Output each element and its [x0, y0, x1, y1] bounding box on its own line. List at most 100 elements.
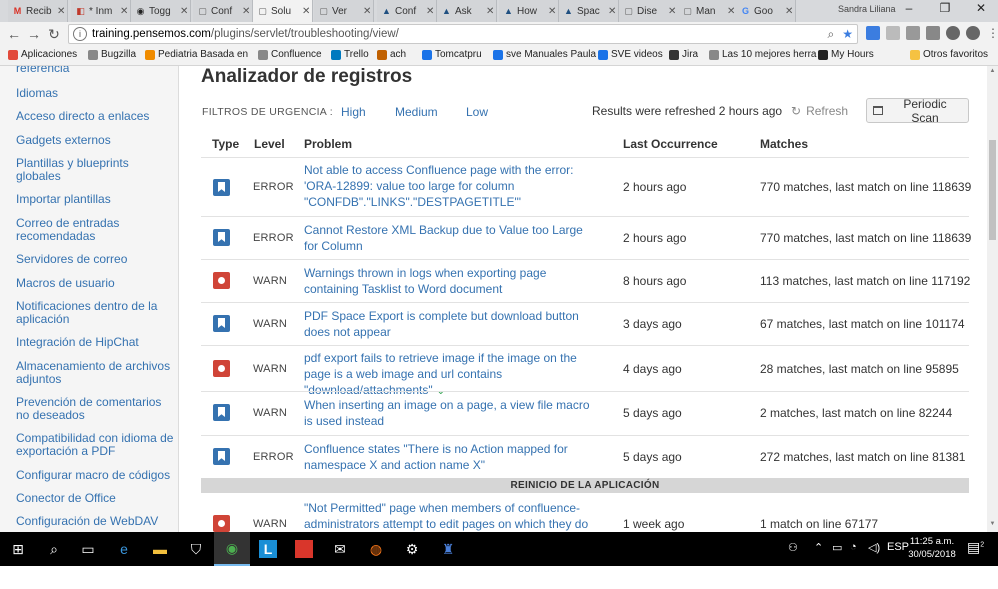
extension-icon[interactable] — [946, 26, 960, 40]
sidebar-item[interactable]: Compatibilidad con idioma de exportación… — [16, 432, 174, 458]
mail-icon[interactable]: ✉ — [322, 532, 358, 566]
firefox-icon[interactable]: ◍ — [358, 532, 394, 566]
extension-icon[interactable] — [886, 26, 900, 40]
sidebar-item[interactable]: Prevención de comentarios no deseados — [16, 396, 174, 422]
browser-tab[interactable]: M Recib ✕ — [8, 0, 68, 22]
browser-tab[interactable]: G Goo ✕ — [736, 0, 796, 22]
problem-link[interactable]: Not able to access Confluence page with … — [304, 162, 599, 210]
app-red-icon[interactable] — [286, 532, 322, 566]
problem-link[interactable]: When inserting an image on a page, a vie… — [304, 397, 599, 429]
browser-tab[interactable]: ▢ Conf ✕ — [193, 0, 253, 22]
bookmark-item[interactable]: Pediatria Basada en — [145, 49, 248, 60]
sidebar-item[interactable]: Servidores de correo — [16, 253, 174, 266]
browser-tab[interactable]: ◉ Togg ✕ — [131, 0, 191, 22]
sidebar-item[interactable]: Acceso directo a enlaces — [16, 110, 174, 123]
filter-high-link[interactable]: High — [341, 105, 366, 119]
people-icon[interactable]: ⚇ — [788, 541, 798, 554]
sidebar-item[interactable]: Macros de usuario — [16, 277, 174, 290]
bookmark-item[interactable]: My Hours — [818, 49, 874, 60]
tab-close-icon[interactable]: ✕ — [180, 6, 188, 17]
file-explorer-icon[interactable]: ▬ — [142, 532, 178, 566]
bookmark-item[interactable]: Bugzilla — [88, 49, 136, 60]
menu-dots-icon[interactable]: ⋮ — [986, 26, 998, 40]
tab-close-icon[interactable]: ✕ — [57, 6, 65, 17]
bookmark-item[interactable]: SVE videos — [598, 49, 663, 60]
sidebar-item[interactable]: Configuración de WebDAV — [16, 515, 174, 528]
browser-user-name[interactable]: Sandra Liliana — [838, 4, 896, 14]
bookmark-item[interactable]: Aplicaciones — [8, 49, 77, 60]
back-arrow-icon[interactable]: ← — [6, 26, 22, 42]
bookmark-item[interactable]: Trello — [331, 49, 369, 60]
tab-close-icon[interactable]: ✕ — [608, 6, 616, 17]
site-info-icon[interactable]: i — [73, 27, 87, 41]
extension-icon[interactable] — [906, 26, 920, 40]
tray-chevron-icon[interactable]: ⌃ — [814, 541, 823, 554]
browser-tab[interactable]: ▢ Man ✕ — [678, 0, 738, 22]
problem-link[interactable]: "Not Permitted" page when members of con… — [304, 500, 599, 532]
periodic-scan-button[interactable]: Periodic Scan — [866, 97, 969, 125]
sidebar-item[interactable]: Integración de HipChat — [16, 336, 174, 349]
network-icon[interactable]: ◔ — [850, 541, 857, 553]
volume-icon[interactable]: ◁) — [868, 541, 880, 554]
tab-close-icon[interactable]: ✕ — [363, 6, 371, 17]
sidebar-item[interactable]: Plantillas y blueprints globales — [16, 157, 174, 183]
problem-link[interactable]: PDF Space Export is complete but downloa… — [304, 308, 599, 340]
filter-medium-link[interactable]: Medium — [395, 105, 438, 119]
problem-link[interactable]: Cannot Restore XML Backup due to Value t… — [304, 222, 599, 254]
bookmark-item[interactable]: ach — [377, 49, 406, 60]
app-blue-icon[interactable]: ♜ — [430, 532, 466, 566]
app-tool-icon[interactable]: ⚙ — [394, 532, 430, 566]
tab-close-icon[interactable]: ✕ — [426, 6, 434, 17]
sidebar-item[interactable]: Almacenamiento de archivos adjuntos — [16, 360, 174, 386]
problem-link[interactable]: Warnings thrown in logs when exporting p… — [304, 265, 599, 297]
bookmark-item[interactable]: Las 10 mejores herra — [709, 49, 817, 60]
notifications-icon[interactable]: ▤2 — [967, 539, 984, 556]
sidebar-item[interactable]: Importar plantillas — [16, 193, 174, 206]
tab-close-icon[interactable]: ✕ — [668, 6, 676, 17]
sidebar-item[interactable]: Idiomas — [16, 87, 174, 100]
reload-icon[interactable]: ↻ — [46, 26, 62, 43]
tab-close-icon[interactable]: ✕ — [302, 6, 310, 17]
sidebar-item[interactable]: referencia — [16, 66, 174, 75]
browser-tab[interactable]: ▲ Spac ✕ — [559, 0, 619, 22]
forward-arrow-icon[interactable]: → — [26, 26, 42, 42]
app-l-icon[interactable]: L — [250, 532, 286, 566]
browser-tab[interactable]: ▲ How ✕ — [499, 0, 559, 22]
bookmark-star-icon[interactable]: ★ — [842, 27, 853, 42]
maximize-icon[interactable]: ❐ — [932, 1, 958, 15]
edge-icon[interactable]: e — [106, 532, 142, 566]
problem-link[interactable]: Confluence states "There is no Action ma… — [304, 441, 599, 473]
browser-tab[interactable]: ◧ * Inm ✕ — [71, 0, 131, 22]
browser-tab[interactable]: ▲ Conf ✕ — [377, 0, 437, 22]
page-scrollbar[interactable]: ▲ ▼ — [987, 66, 998, 532]
sidebar-item[interactable]: Conector de Office — [16, 492, 174, 505]
bookmark-item[interactable]: Jira — [669, 49, 698, 60]
account-icon[interactable] — [966, 26, 980, 40]
browser-tab[interactable]: ▢ Dise ✕ — [619, 0, 679, 22]
windows-start-icon[interactable]: ⊞ — [0, 532, 36, 566]
extension-icon[interactable] — [926, 26, 940, 40]
bookmark-item[interactable]: sve Manuales Paula — [493, 49, 596, 60]
sidebar-item[interactable]: Configurar macro de códigos — [16, 469, 174, 482]
task-view-icon[interactable]: ▭ — [70, 532, 106, 566]
tab-close-icon[interactable]: ✕ — [120, 6, 128, 17]
tab-close-icon[interactable]: ✕ — [242, 6, 250, 17]
scrollbar-thumb[interactable] — [989, 140, 996, 240]
filter-low-link[interactable]: Low — [466, 105, 488, 119]
browser-tab[interactable]: ▢ Ver ✕ — [314, 0, 374, 22]
tab-close-icon[interactable]: ✕ — [486, 6, 494, 17]
bookmark-item[interactable]: Tomcatpru — [422, 49, 482, 60]
extension-icon[interactable] — [866, 26, 880, 40]
scroll-up-icon[interactable]: ▲ — [987, 68, 998, 74]
sidebar-item[interactable]: Correo de entradas recomendadas — [16, 217, 174, 243]
browser-tab[interactable]: ▲ Ask ✕ — [437, 0, 497, 22]
store-icon[interactable]: ⛉ — [178, 532, 214, 566]
tab-close-icon[interactable]: ✕ — [785, 6, 793, 17]
search-icon[interactable]: ⌕ — [36, 532, 72, 566]
sidebar-item[interactable]: Gadgets externos — [16, 134, 174, 147]
bookmark-item[interactable]: Confluence — [258, 49, 322, 60]
address-bar[interactable]: i training.pensemos.com /plugins/servlet… — [68, 24, 858, 44]
refresh-button[interactable]: ↻ Refresh — [791, 104, 848, 118]
chrome-icon[interactable]: ◉ — [214, 532, 250, 566]
tab-close-icon[interactable]: ✕ — [727, 6, 735, 17]
